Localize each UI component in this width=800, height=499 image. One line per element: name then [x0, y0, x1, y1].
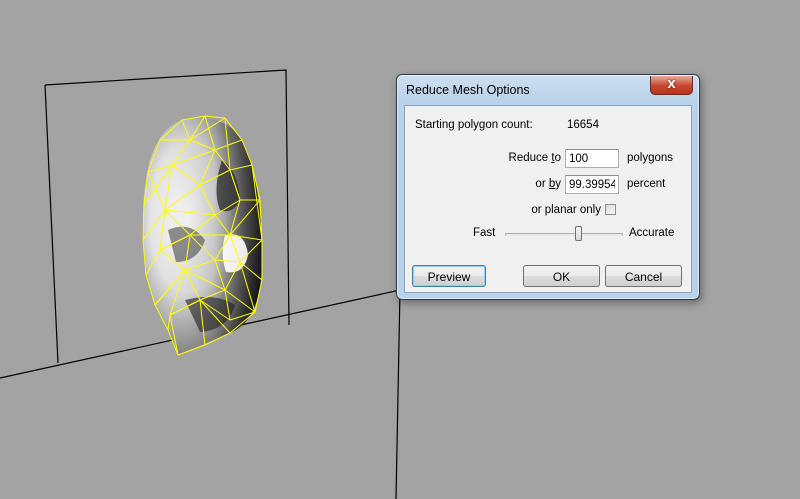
planar-only-checkbox[interactable]	[605, 204, 616, 215]
ok-button[interactable]: OK	[523, 265, 600, 287]
title-bar[interactable]: Reduce Mesh Options x	[397, 75, 699, 105]
preview-button[interactable]: Preview	[412, 265, 486, 287]
cancel-button[interactable]: Cancel	[605, 265, 682, 287]
reduce-to-input[interactable]	[565, 149, 619, 168]
or-by-input[interactable]	[565, 175, 619, 194]
or-by-label: or by	[535, 178, 561, 190]
reduce-mesh-dialog: Reduce Mesh Options x Starting polygon c…	[396, 74, 700, 300]
slider-accurate-label: Accurate	[629, 227, 675, 239]
starting-count-value: 16654	[567, 119, 599, 131]
accuracy-slider-thumb[interactable]	[575, 226, 582, 241]
accuracy-slider-track[interactable]	[505, 233, 623, 236]
reduce-to-unit: polygons	[627, 152, 674, 164]
dialog-title: Reduce Mesh Options	[406, 83, 530, 97]
close-icon: x	[667, 75, 676, 92]
dialog-client-area: Starting polygon count: 16654 Reduce to …	[404, 105, 692, 293]
planar-only-label: or planar only	[531, 204, 601, 216]
reduce-to-label: Reduce to	[508, 152, 561, 164]
starting-count-label: Starting polygon count:	[415, 119, 533, 131]
close-button[interactable]: x	[650, 75, 693, 95]
or-by-unit: percent	[627, 178, 666, 190]
slider-fast-label: Fast	[473, 227, 496, 239]
